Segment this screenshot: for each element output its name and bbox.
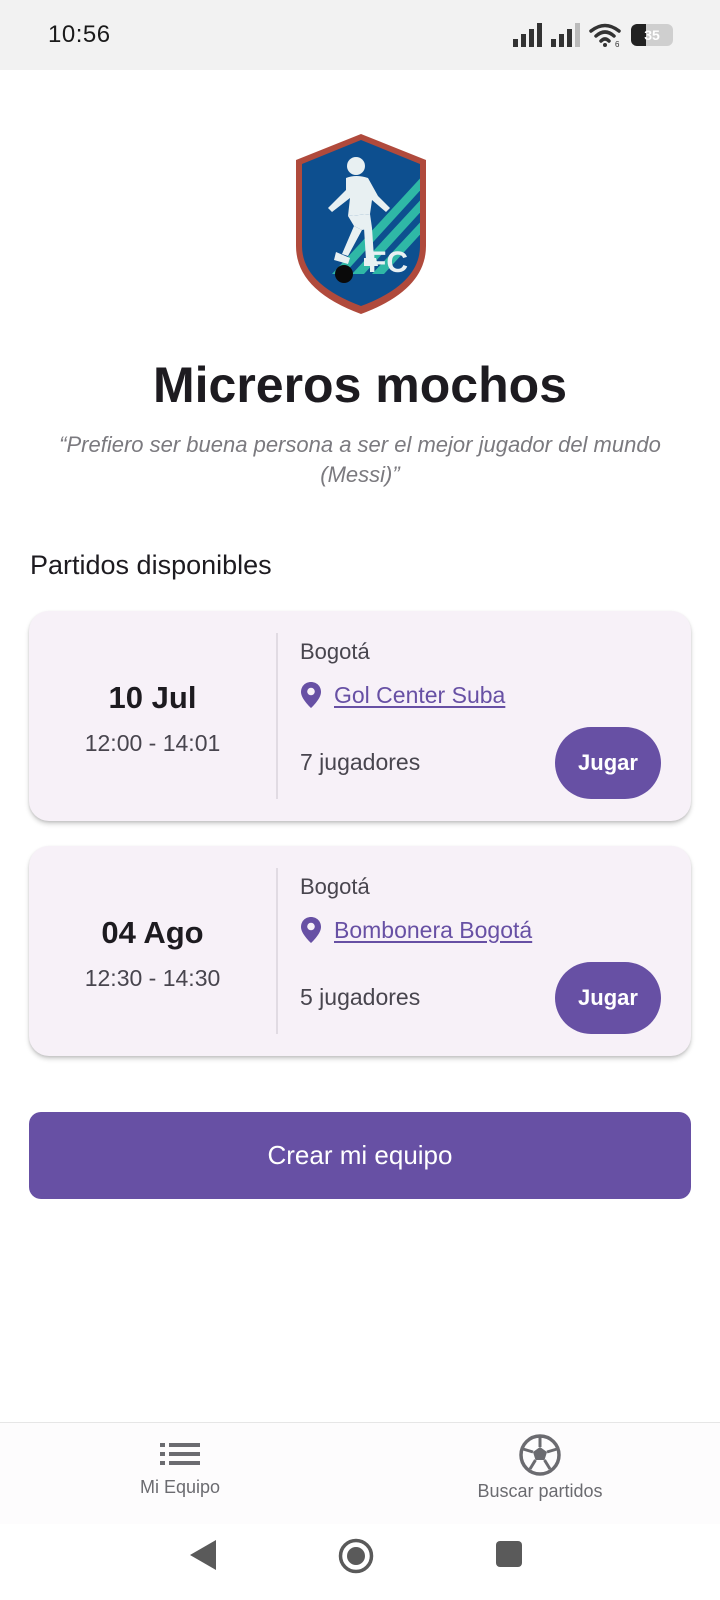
location-pin-icon	[301, 682, 321, 708]
section-title: Partidos disponibles	[30, 550, 272, 580]
status-bar: 10:56 6 35	[0, 0, 720, 70]
create-team-button[interactable]: Crear mi equipo	[29, 1112, 691, 1199]
system-navigation-bar	[0, 1524, 720, 1600]
nav-label: Buscar partidos	[477, 1481, 603, 1501]
players-count: 7 jugadores	[300, 749, 421, 775]
team-quote: “Prefiero ser buena persona a ser el mej…	[59, 432, 661, 487]
nav-item-buscar-partidos[interactable]: Buscar partidos	[440, 1423, 640, 1525]
match-city: Bogotá	[300, 874, 370, 899]
match-city: Bogotá	[300, 639, 370, 664]
match-venue: Gol Center Suba	[300, 681, 505, 709]
wifi-icon: 6	[589, 23, 621, 47]
match-date: 10 Jul	[108, 679, 197, 715]
match-card: 04 Ago 12:30 - 14:30 Bogotá Bombonera Bo…	[29, 846, 691, 1056]
soccer-ball-icon	[519, 1434, 561, 1476]
team-crest-logo: FC	[296, 134, 426, 314]
svg-text:6: 6	[615, 40, 620, 47]
match-date: 04 Ago	[101, 914, 204, 950]
battery-icon: 35	[631, 24, 673, 46]
match-date-column: 04 Ago 12:30 - 14:30	[29, 846, 276, 1056]
battery-percent: 35	[644, 27, 660, 43]
team-name: Micreros mochos	[152, 357, 567, 413]
status-time: 10:56	[48, 21, 111, 48]
screen: 10:56 6 35 FC Micreros mochos “Prefiero …	[0, 0, 720, 1600]
status-icons: 6 35	[513, 23, 673, 47]
match-time: 12:30 - 14:30	[84, 964, 221, 991]
match-card: 10 Jul 12:00 - 14:01 Bogotá Gol Center S…	[29, 611, 691, 821]
crest-text: FC	[368, 246, 408, 279]
back-icon[interactable]	[188, 1538, 218, 1572]
match-date-column: 10 Jul 12:00 - 14:01	[29, 611, 276, 821]
nav-item-mi-equipo[interactable]: Mi Equipo	[80, 1423, 280, 1525]
list-icon	[160, 1443, 200, 1465]
card-divider	[276, 633, 278, 799]
signal-icon-2	[551, 23, 580, 47]
match-venue: Bombonera Bogotá	[300, 916, 532, 944]
players-count: 5 jugadores	[300, 984, 421, 1010]
recents-icon[interactable]	[495, 1540, 523, 1568]
home-icon[interactable]	[338, 1538, 374, 1574]
location-pin-icon	[301, 917, 321, 943]
battery-indicator: 35	[631, 24, 673, 46]
signal-icon	[513, 23, 542, 47]
play-button[interactable]: Jugar	[555, 962, 661, 1034]
venue-link[interactable]: Bombonera Bogotá	[334, 917, 532, 944]
match-time: 12:00 - 14:01	[84, 729, 221, 756]
card-divider	[276, 868, 278, 1034]
venue-link[interactable]: Gol Center Suba	[334, 682, 505, 709]
bottom-navigation: Mi Equipo Buscar partidos	[0, 1422, 720, 1524]
nav-label: Mi Equipo	[139, 1477, 221, 1497]
play-button[interactable]: Jugar	[555, 727, 661, 799]
